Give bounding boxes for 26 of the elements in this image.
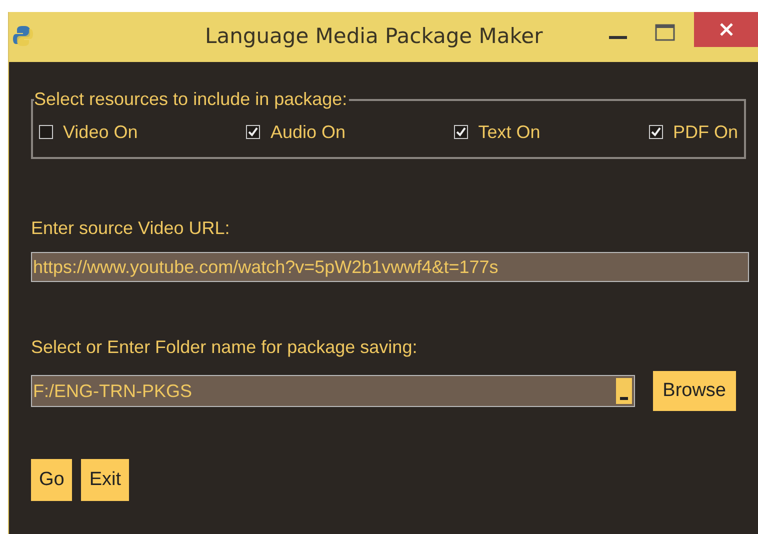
browse-button[interactable]: Browse (652, 371, 736, 411)
dropdown-button[interactable] (616, 378, 632, 404)
checkbox-label: Video On (63, 120, 138, 144)
close-button[interactable] (694, 12, 758, 47)
checkbox[interactable] (246, 125, 260, 139)
checkbox[interactable] (39, 125, 53, 139)
checkbox[interactable] (648, 125, 663, 139)
window-title: Language Media Package Maker (205, 23, 543, 50)
checkmark-icon (456, 127, 466, 137)
caret-icon (620, 397, 628, 400)
checkbox-label: Text On (478, 120, 540, 144)
python-logo-icon (13, 25, 33, 47)
maximize-icon[interactable] (655, 24, 675, 41)
folder-label: Select or Enter Folder name for package saving: (31, 336, 418, 359)
checkmark-icon (248, 127, 258, 137)
url-label: Enter source Video URL: (31, 217, 231, 240)
folder-combobox[interactable]: F:/ENG-TRN-PKGS (31, 375, 635, 407)
checkbox-label: PDF On (672, 120, 738, 144)
checkmark-icon (650, 127, 661, 137)
checkbox[interactable] (454, 125, 468, 139)
action-button[interactable]: Go (31, 459, 72, 501)
checkbox-label: Audio On (270, 120, 346, 144)
url-field[interactable]: https://www.youtube.com/watch?v=5pW2b1vwwf4&t=177s (31, 252, 749, 282)
folder-value: F:/ENG-TRN-PKGS (32, 380, 194, 402)
close-icon (720, 23, 732, 36)
action-button[interactable]: Exit (81, 459, 130, 501)
